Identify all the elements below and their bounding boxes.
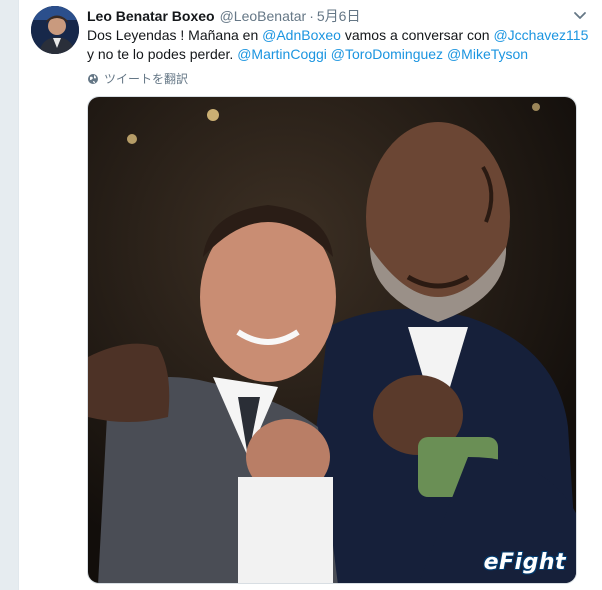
tweet-text-part: y no te lo podes perder. bbox=[87, 46, 238, 62]
tweet-text: Dos Leyendas ! Mañana en @AdnBoxeo vamos… bbox=[87, 26, 593, 64]
globe-icon bbox=[87, 73, 99, 85]
tweet-card[interactable]: Leo Benatar Boxeo @LeoBenatar · 5月6日 Dos… bbox=[18, 0, 602, 590]
translate-label: ツイートを翻訳 bbox=[104, 72, 189, 86]
author-handle[interactable]: @LeoBenatar bbox=[220, 8, 307, 24]
tweet-text-part: Dos Leyendas ! Mañana en bbox=[87, 27, 263, 43]
mention-jcchavez115[interactable]: @Jcchavez115 bbox=[493, 27, 588, 43]
mention-miketyson[interactable]: @MikeTyson bbox=[447, 46, 528, 62]
tweet-header: Leo Benatar Boxeo @LeoBenatar · 5月6日 bbox=[87, 6, 588, 26]
mention-adnboxeo[interactable]: @AdnBoxeo bbox=[262, 27, 341, 43]
tweet-photo[interactable]: eFight bbox=[87, 96, 577, 584]
translate-tweet-link[interactable]: ツイートを翻訳 bbox=[87, 70, 188, 87]
mention-martincoggi[interactable]: @MartinCoggi bbox=[237, 46, 327, 62]
tweet-text-part: vamos a conversar con bbox=[340, 27, 494, 43]
mention-torodominguez[interactable]: @ToroDominguez bbox=[331, 46, 443, 62]
tweet-date[interactable]: 5月6日 bbox=[317, 6, 361, 26]
header-separator: · bbox=[309, 8, 314, 24]
watermark: eFight bbox=[483, 550, 566, 575]
author-avatar[interactable] bbox=[31, 6, 79, 54]
author-name[interactable]: Leo Benatar Boxeo bbox=[87, 8, 215, 24]
chevron-down-icon[interactable] bbox=[572, 7, 588, 23]
